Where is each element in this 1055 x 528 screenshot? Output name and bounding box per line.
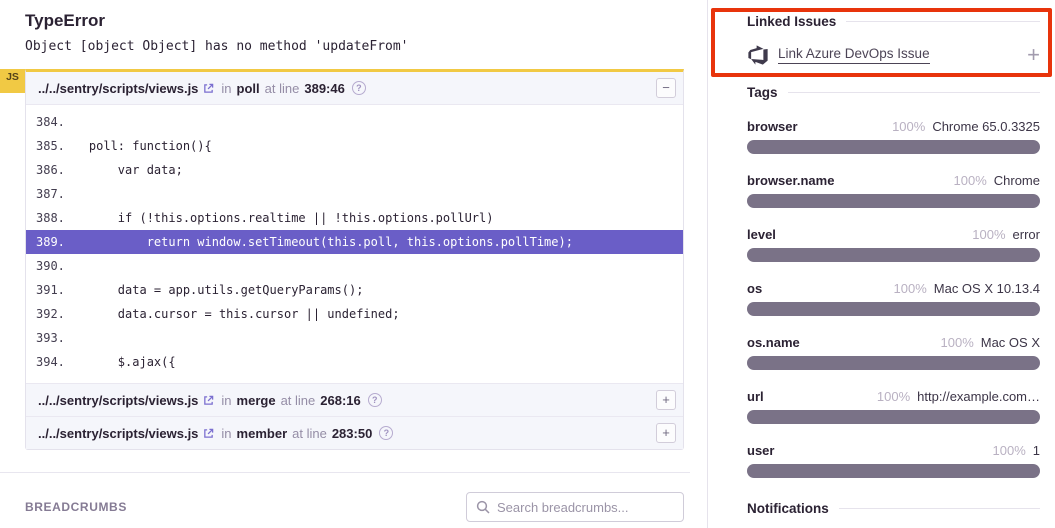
tag-value[interactable]: Chrome	[994, 173, 1040, 188]
azure-devops-icon	[747, 44, 769, 66]
frame-filename: ../../sentry/scripts/views.js	[38, 81, 198, 96]
frame-function: poll	[237, 81, 260, 96]
linked-issues-row: Link Azure DevOps Issue +	[747, 42, 1040, 68]
frame-function: merge	[237, 393, 276, 408]
sidebar: Linked Issues Link Azure DevOps Issue + …	[707, 0, 1055, 528]
tag-value[interactable]: http://example.com…	[917, 389, 1040, 404]
tag-key[interactable]: url	[747, 389, 764, 404]
tag-value[interactable]: Mac OS X	[981, 335, 1040, 350]
stacktrace: JS ../../sentry/scripts/views.js in poll…	[0, 69, 690, 450]
question-icon[interactable]: ?	[368, 393, 382, 407]
tag-distribution-bar[interactable]	[747, 464, 1040, 478]
code-line: 393.	[26, 326, 683, 350]
tag-key[interactable]: os	[747, 281, 762, 296]
tag-key[interactable]: os.name	[747, 335, 800, 350]
code-line: 387.	[26, 182, 683, 206]
breadcrumbs-search[interactable]	[466, 492, 684, 522]
tag-distribution-bar[interactable]	[747, 248, 1040, 262]
frame-atline-label: at line	[281, 393, 316, 408]
frame-in-label: in	[221, 393, 231, 408]
code-line: 384.	[26, 110, 683, 134]
tag-row-user: user 100% 1	[747, 443, 1040, 478]
tag-row-os-name: os.name 100% Mac OS X	[747, 335, 1040, 370]
expand-frame-button[interactable]: +	[656, 390, 676, 410]
external-link-icon[interactable]	[203, 428, 214, 439]
tag-key[interactable]: level	[747, 227, 776, 242]
breadcrumbs-title: BREADCRUMBS	[25, 500, 127, 514]
tag-value[interactable]: Chrome 65.0.3325	[932, 119, 1040, 134]
frame-atline-label: at line	[292, 426, 327, 441]
frame-in-label: in	[221, 81, 231, 96]
linked-issues-section-title: Linked Issues	[747, 14, 1040, 29]
tag-distribution-bar[interactable]	[747, 194, 1040, 208]
frame-header-member[interactable]: ../../sentry/scripts/views.js in member …	[26, 416, 683, 449]
js-platform-badge: JS	[0, 69, 25, 93]
question-icon[interactable]: ?	[379, 426, 393, 440]
search-icon	[476, 500, 490, 514]
heading-rule	[839, 508, 1040, 509]
tag-row-browser: browser 100% Chrome 65.0.3325	[747, 119, 1040, 154]
tag-percent: 100%	[993, 443, 1026, 458]
tag-value[interactable]: error	[1013, 227, 1040, 242]
frame-lineno: 389:46	[304, 81, 344, 96]
tag-distribution-bar[interactable]	[747, 140, 1040, 154]
tag-row-level: level 100% error	[747, 227, 1040, 262]
code-line: 385. poll: function(){	[26, 134, 683, 158]
tag-percent: 100%	[877, 389, 910, 404]
link-azure-devops-issue-link[interactable]: Link Azure DevOps Issue	[778, 46, 930, 64]
code-line: 386. var data;	[26, 158, 683, 182]
stacktrace-box: ../../sentry/scripts/views.js in poll at…	[25, 69, 684, 450]
tag-row-os: os 100% Mac OS X 10.13.4	[747, 281, 1040, 316]
heading-rule	[788, 92, 1040, 93]
frame-lineno: 283:50	[332, 426, 372, 441]
page-title: TypeError	[25, 10, 690, 32]
error-message: Object [object Object] has no method 'up…	[25, 39, 690, 54]
section-divider	[0, 472, 690, 473]
issue-detail-page: TypeError Object [object Object] has no …	[0, 0, 1055, 528]
tag-distribution-bar[interactable]	[747, 410, 1040, 424]
tag-key[interactable]: browser.name	[747, 173, 834, 188]
tag-percent: 100%	[941, 335, 974, 350]
main-column: TypeError Object [object Object] has no …	[0, 0, 690, 528]
add-linked-issue-button[interactable]: +	[1027, 45, 1040, 65]
external-link-icon[interactable]	[203, 395, 214, 406]
code-line: 392. data.cursor = this.cursor || undefi…	[26, 302, 683, 326]
code-line: 390.	[26, 254, 683, 278]
question-icon[interactable]: ?	[352, 81, 366, 95]
code-context: 384. 385. poll: function(){ 386. var dat…	[26, 105, 683, 383]
tag-row-browser-name: browser.name 100% Chrome	[747, 173, 1040, 208]
tag-distribution-bar[interactable]	[747, 302, 1040, 316]
frame-filename: ../../sentry/scripts/views.js	[38, 426, 198, 441]
expand-frame-button[interactable]: +	[656, 423, 676, 443]
code-line: 388. if (!this.options.realtime || !this…	[26, 206, 683, 230]
frame-function: member	[237, 426, 288, 441]
tag-row-url: url 100% http://example.com…	[747, 389, 1040, 424]
heading-rule	[846, 21, 1040, 22]
tag-percent: 100%	[954, 173, 987, 188]
code-line-highlighted: 389. return window.setTimeout(this.poll,…	[26, 230, 683, 254]
frame-lineno: 268:16	[320, 393, 360, 408]
tag-value[interactable]: 1	[1033, 443, 1040, 458]
search-input[interactable]	[497, 500, 674, 515]
tags-section-title: Tags	[747, 85, 1040, 100]
tag-percent: 100%	[894, 281, 927, 296]
frame-filename: ../../sentry/scripts/views.js	[38, 393, 198, 408]
tag-percent: 100%	[972, 227, 1005, 242]
tag-key[interactable]: browser	[747, 119, 798, 134]
notifications-section-title: Notifications	[747, 501, 1040, 516]
external-link-icon[interactable]	[203, 83, 214, 94]
collapse-frame-button[interactable]: −	[656, 78, 676, 98]
breadcrumbs-header: BREADCRUMBS	[25, 492, 684, 522]
tag-percent: 100%	[892, 119, 925, 134]
frame-header-poll[interactable]: ../../sentry/scripts/views.js in poll at…	[26, 72, 683, 105]
tag-key[interactable]: user	[747, 443, 774, 458]
code-line: 394. $.ajax({	[26, 350, 683, 374]
frame-atline-label: at line	[265, 81, 300, 96]
frame-in-label: in	[221, 426, 231, 441]
code-line: 391. data = app.utils.getQueryParams();	[26, 278, 683, 302]
frame-header-merge[interactable]: ../../sentry/scripts/views.js in merge a…	[26, 383, 683, 416]
tag-distribution-bar[interactable]	[747, 356, 1040, 370]
tag-value[interactable]: Mac OS X 10.13.4	[934, 281, 1040, 296]
